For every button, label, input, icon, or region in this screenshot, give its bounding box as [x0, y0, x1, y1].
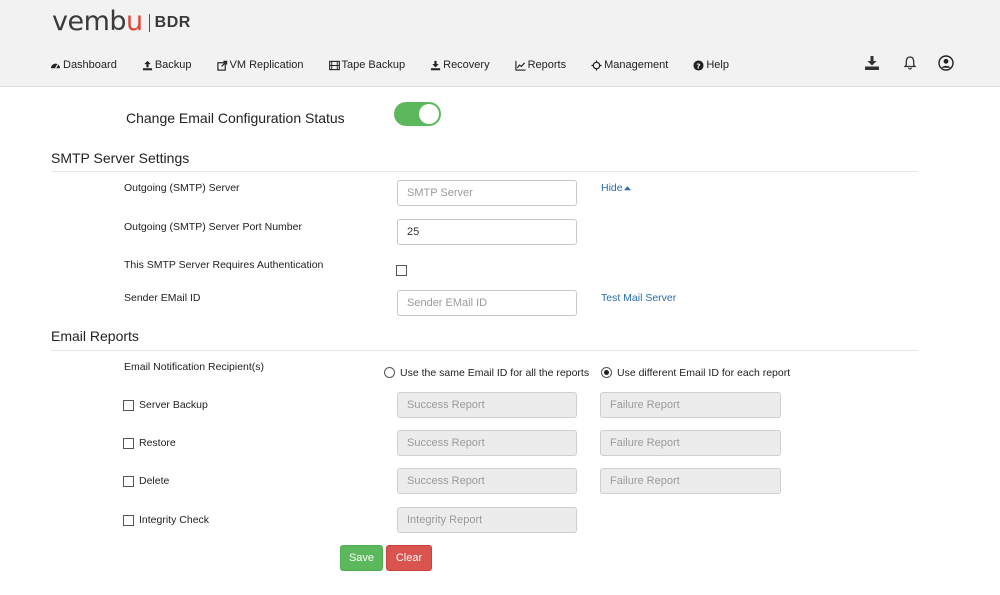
upload-icon [142, 60, 152, 70]
share-icon [216, 60, 227, 71]
restore-failure-input[interactable] [600, 430, 781, 456]
sender-email-label: Sender EMail ID [124, 292, 201, 304]
different-email-radio[interactable] [601, 367, 612, 378]
server-backup-failure-input[interactable] [600, 392, 781, 418]
restore-label: Restore [139, 437, 176, 449]
email-config-status-label: Change Email Configuration Status [126, 110, 345, 126]
sender-email-input[interactable] [397, 290, 577, 316]
hide-link-label: Hide [601, 182, 623, 194]
main-nav: Dashboard Backup VM Replication Tape Bac… [50, 59, 754, 71]
nav-backup-label: Backup [154, 59, 192, 71]
film-icon [328, 60, 340, 70]
vembu-bdr-logo[interactable]: vembu BDR [52, 5, 191, 37]
server-backup-success-input[interactable] [397, 392, 577, 418]
hide-link[interactable]: Hide [601, 182, 631, 194]
server-backup-label: Server Backup [139, 399, 208, 411]
integrity-check-label: Integrity Check [139, 514, 210, 526]
logo-separator [148, 13, 150, 32]
svg-text:?: ? [697, 61, 701, 70]
nav-vm-replication-label: VM Replication [229, 59, 304, 71]
nav-tape-backup[interactable]: Tape Backup [328, 59, 406, 71]
nav-help-label: Help [706, 59, 729, 71]
top-header: vembu BDR Dashboard Backup VM Replicatio… [0, 0, 1000, 87]
test-mail-server-link[interactable]: Test Mail Server [601, 292, 676, 304]
line-chart-icon [514, 60, 526, 71]
nav-help[interactable]: ? Help [693, 59, 729, 71]
download-icon[interactable] [864, 55, 880, 71]
integrity-report-input[interactable] [397, 507, 577, 533]
nav-tape-backup-label: Tape Backup [341, 59, 406, 71]
email-recipients-label: Email Notification Recipient(s) [124, 361, 265, 373]
logo-product-name: BDR [154, 13, 191, 31]
email-reports-section-divider [51, 350, 918, 351]
caret-up-icon [623, 186, 631, 191]
bell-icon[interactable] [902, 55, 918, 71]
server-backup-checkbox[interactable] [123, 400, 134, 411]
nav-dashboard[interactable]: Dashboard [50, 59, 117, 71]
smtp-section-title: SMTP Server Settings [51, 150, 190, 166]
integrity-check-checkbox[interactable] [123, 515, 134, 526]
download-icon [431, 60, 441, 70]
crosshair-icon [591, 59, 602, 71]
same-email-radio[interactable] [384, 367, 395, 378]
smtp-auth-checkbox[interactable] [396, 265, 407, 276]
delete-checkbox[interactable] [123, 476, 134, 487]
smtp-port-label: Outgoing (SMTP) Server Port Number [124, 221, 302, 233]
nav-recovery[interactable]: Recovery [430, 59, 490, 71]
dashboard-icon [50, 63, 61, 69]
smtp-port-input[interactable] [397, 219, 577, 245]
nav-backup[interactable]: Backup [142, 59, 192, 71]
question-circle-icon: ? [693, 59, 704, 71]
smtp-server-input[interactable] [397, 180, 577, 206]
logo-wordmark: vembu [52, 5, 143, 37]
nav-dashboard-label: Dashboard [63, 59, 117, 71]
delete-failure-input[interactable] [600, 468, 781, 494]
clear-button[interactable]: Clear [386, 545, 432, 571]
delete-success-input[interactable] [397, 468, 577, 494]
nav-recovery-label: Recovery [443, 59, 490, 71]
restore-success-input[interactable] [397, 430, 577, 456]
save-button[interactable]: Save [340, 545, 383, 571]
restore-checkbox[interactable] [123, 438, 134, 449]
same-email-option-label: Use the same Email ID for all the report… [400, 367, 590, 379]
email-config-status-toggle[interactable] [394, 102, 441, 126]
nav-vm-replication[interactable]: VM Replication [216, 59, 304, 71]
smtp-section-divider [51, 171, 918, 172]
email-reports-section-title: Email Reports [51, 328, 139, 344]
nav-reports[interactable]: Reports [514, 59, 567, 71]
smtp-server-label: Outgoing (SMTP) Server [124, 182, 240, 194]
smtp-auth-label: This SMTP Server Requires Authentication [124, 259, 324, 271]
different-email-option-label: Use different Email ID for each report [617, 367, 791, 379]
nav-management[interactable]: Management [591, 59, 668, 71]
delete-label: Delete [139, 475, 170, 487]
nav-reports-label: Reports [527, 59, 567, 71]
nav-management-label: Management [604, 59, 669, 71]
user-icon[interactable] [938, 55, 954, 71]
toggle-knob [419, 104, 439, 124]
